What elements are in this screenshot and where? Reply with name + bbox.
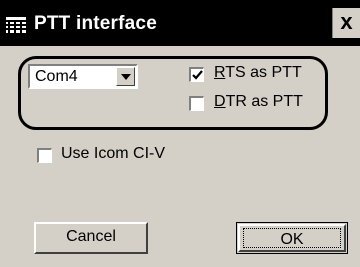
dtr-as-ptt-label[interactable]: DTR as PTT <box>214 93 303 111</box>
checkmark-icon <box>192 70 203 80</box>
app-icon <box>5 16 27 34</box>
rts-as-ptt-checkbox[interactable] <box>189 67 204 82</box>
port-select-value: Com4 <box>35 68 78 85</box>
title-bar[interactable]: PTT interface x <box>0 0 360 46</box>
chevron-down-icon <box>121 74 131 80</box>
port-select[interactable]: Com4 <box>28 64 138 89</box>
cancel-button[interactable]: Cancel <box>34 222 148 254</box>
close-button[interactable]: x <box>332 8 360 38</box>
close-icon: x <box>340 9 353 34</box>
ptt-interface-dialog: PTT interface x Com4 RTS as PTT DTR as P… <box>0 0 360 267</box>
port-select-dropdown-button[interactable] <box>116 67 135 86</box>
use-icom-civ-checkbox[interactable] <box>37 148 52 163</box>
ok-button[interactable]: OK <box>236 222 348 254</box>
use-icom-civ-label[interactable]: Use Icom CI-V <box>61 145 165 163</box>
dtr-as-ptt-checkbox[interactable] <box>189 96 204 111</box>
rts-as-ptt-label[interactable]: RTS as PTT <box>214 64 302 82</box>
window-title: PTT interface <box>34 13 157 34</box>
